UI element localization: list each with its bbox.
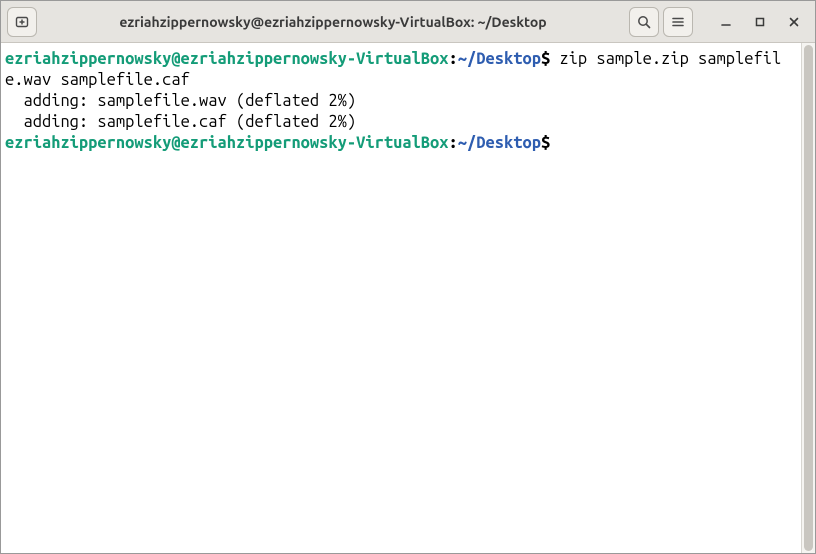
new-tab-icon (14, 14, 30, 30)
prompt-colon-2: : (449, 134, 458, 152)
search-icon (636, 14, 652, 30)
prompt-user-host: ezriahzippernowsky@ezriahzippernowsky-Vi… (5, 50, 449, 68)
prompt-dollar: $ (541, 50, 550, 68)
output-line-1: adding: samplefile.wav (deflated 2%) (5, 92, 356, 110)
hamburger-icon (670, 14, 686, 30)
minimize-icon (719, 15, 733, 29)
prompt-user-host-2: ezriahzippernowsky@ezriahzippernowsky-Vi… (5, 134, 449, 152)
maximize-icon (753, 15, 767, 29)
maximize-button[interactable] (745, 7, 775, 37)
window-title: ezriahzippernowsky@ezriahzippernowsky-Vi… (43, 14, 623, 30)
search-button[interactable] (629, 7, 659, 37)
titlebar-right-controls (629, 7, 809, 37)
vertical-scrollbar[interactable] (801, 43, 815, 553)
scrollbar-thumb[interactable] (804, 45, 813, 551)
prompt-dollar-2: $ (541, 134, 550, 152)
command-2 (550, 134, 559, 152)
new-tab-button[interactable] (7, 7, 37, 37)
terminal-output[interactable]: ezriahzippernowsky@ezriahzippernowsky-Vi… (1, 43, 801, 553)
menu-button[interactable] (663, 7, 693, 37)
terminal-window: ezriahzippernowsky@ezriahzippernowsky-Vi… (0, 0, 816, 554)
output-line-2: adding: samplefile.caf (deflated 2%) (5, 113, 356, 131)
minimize-button[interactable] (711, 7, 741, 37)
prompt-colon: : (449, 50, 458, 68)
terminal-body: ezriahzippernowsky@ezriahzippernowsky-Vi… (1, 43, 815, 553)
titlebar: ezriahzippernowsky@ezriahzippernowsky-Vi… (1, 1, 815, 43)
prompt-path-2: ~/Desktop (458, 134, 541, 152)
close-icon (787, 15, 801, 29)
close-button[interactable] (779, 7, 809, 37)
prompt-path: ~/Desktop (458, 50, 541, 68)
